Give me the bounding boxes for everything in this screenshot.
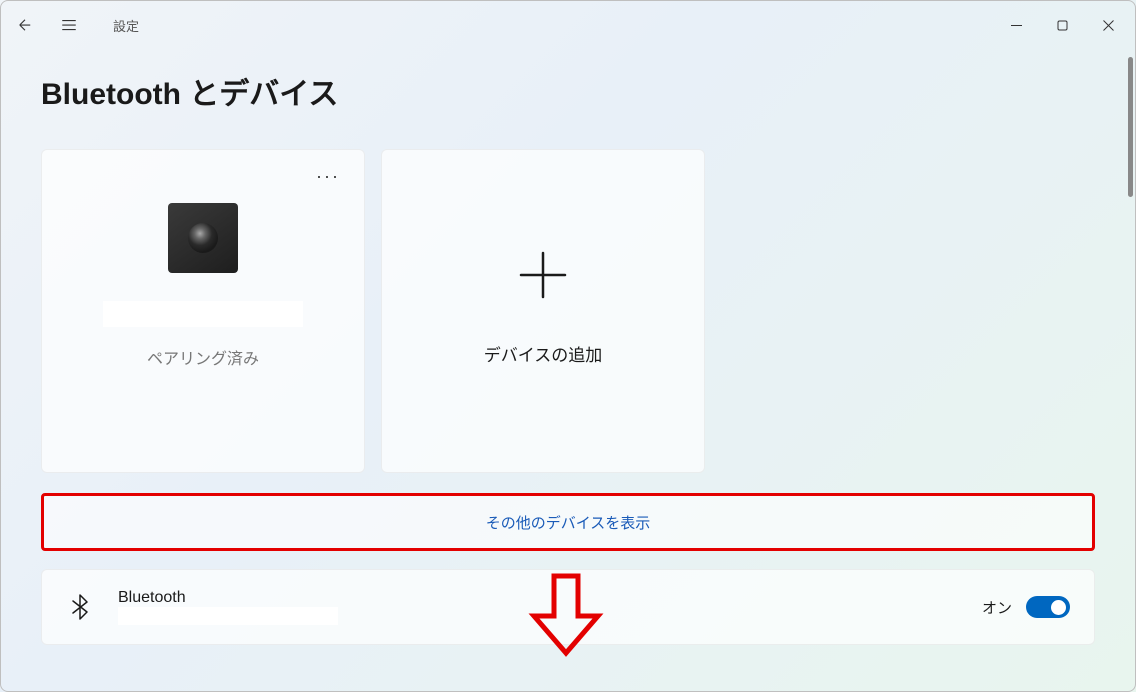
bluetooth-label: Bluetooth bbox=[118, 589, 338, 607]
toggle-state-label: オン bbox=[982, 597, 1012, 618]
titlebar-left: 設定 bbox=[5, 5, 139, 45]
bluetooth-text-block: Bluetooth bbox=[118, 589, 338, 625]
add-device-tile[interactable]: デバイスの追加 bbox=[381, 149, 705, 473]
speaker-icon bbox=[168, 203, 238, 273]
bluetooth-toggle-row: Bluetooth オン bbox=[41, 569, 1095, 645]
show-more-devices-button[interactable]: その他のデバイスを表示 bbox=[41, 493, 1095, 551]
close-button[interactable] bbox=[1085, 9, 1131, 41]
device-tiles: ··· ペアリング済み デバイスの追加 bbox=[41, 149, 1095, 473]
plus-icon bbox=[515, 247, 571, 303]
maximize-icon bbox=[1057, 20, 1068, 31]
maximize-button[interactable] bbox=[1039, 9, 1085, 41]
device-status: ペアリング済み bbox=[147, 345, 259, 369]
settings-window: 設定 Bluetooth とデバイス ··· ペアリング済み bbox=[0, 0, 1136, 692]
page-title: Bluetooth とデバイス bbox=[41, 69, 1095, 113]
device-name-placeholder bbox=[103, 301, 303, 327]
paired-device-tile[interactable]: ··· ペアリング済み bbox=[41, 149, 365, 473]
menu-button[interactable] bbox=[49, 5, 89, 45]
device-more-button[interactable]: ··· bbox=[308, 162, 348, 191]
minimize-button[interactable] bbox=[993, 9, 1039, 41]
bluetooth-subtext-placeholder bbox=[118, 607, 338, 625]
bluetooth-toggle[interactable] bbox=[1026, 596, 1070, 618]
bluetooth-icon bbox=[66, 594, 94, 620]
back-arrow-icon bbox=[16, 16, 34, 34]
bluetooth-toggle-wrap: オン bbox=[982, 596, 1070, 618]
content-area: Bluetooth とデバイス ··· ペアリング済み デバイスの追加 その他の… bbox=[1, 49, 1135, 691]
scrollbar[interactable] bbox=[1128, 57, 1133, 197]
minimize-icon bbox=[1011, 20, 1022, 31]
close-icon bbox=[1103, 20, 1114, 31]
add-device-label: デバイスの追加 bbox=[484, 341, 603, 366]
hamburger-icon bbox=[60, 16, 78, 34]
window-controls bbox=[993, 9, 1131, 41]
show-more-label: その他のデバイスを表示 bbox=[486, 512, 651, 533]
app-title: 設定 bbox=[113, 16, 139, 35]
titlebar: 設定 bbox=[1, 1, 1135, 49]
back-button[interactable] bbox=[5, 5, 45, 45]
